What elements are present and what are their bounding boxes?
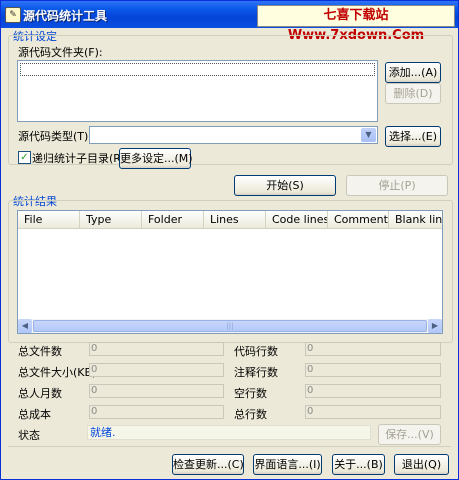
footer-divider [8,446,451,447]
scroll-thumb[interactable]: ||| [33,320,427,332]
title-bar[interactable]: ✎ 源代码统计工具 七喜下载站 Www.7xdown.Com [1,1,458,43]
man-months-label: 总人月数 [18,387,62,400]
comment-lines-label: 注释行数 [234,366,278,379]
folders-list[interactable] [17,60,378,122]
select-type-button[interactable]: 选择...(E) [385,126,441,147]
blank-lines-label: 空行数 [234,387,267,400]
language-button[interactable]: 界面语言...(I) [253,454,322,475]
add-folder-button[interactable]: 添加...(A) [385,62,441,83]
total-files-label: 总文件数 [18,345,62,358]
scroll-right-icon[interactable]: ▶ [428,319,442,333]
blank-lines-field: 0 [305,384,441,398]
main-window: ✎ 源代码统计工具 七喜下载站 Www.7xdown.Com 统计设定 源代码文… [0,0,459,480]
source-type-combo[interactable]: ▼ [89,126,378,144]
total-cost-label: 总成本 [18,408,51,421]
total-size-field: 0 [89,363,224,377]
type-label: 源代码类型(T): [18,130,93,143]
man-months-field: 0 [89,384,224,398]
total-size-label: 总文件大小(KB) [18,366,97,379]
column-lines[interactable]: Lines [204,211,266,228]
results-table-header: File Type Folder Lines Code lines Commen… [18,211,442,229]
column-file[interactable]: File [18,211,80,228]
recursive-checkbox[interactable]: ✓ [18,151,31,164]
watermark-banner: 七喜下载站 Www.7xdown.Com [257,5,455,43]
results-table[interactable]: File Type Folder Lines Code lines Commen… [17,210,443,334]
chevron-down-icon[interactable]: ▼ [361,128,376,142]
total-files-field: 0 [89,342,224,356]
exit-button[interactable]: 退出(Q) [394,454,449,475]
window-title: 源代码统计工具 [23,9,108,23]
comment-lines-field: 0 [305,363,441,377]
folders-list-focus [20,63,375,76]
horizontal-scrollbar[interactable]: ◀ ||| ▶ [18,319,442,333]
column-folder[interactable]: Folder [142,211,204,228]
total-lines-label: 总行数 [234,408,267,421]
column-blank-lines[interactable]: Blank lines [389,211,442,228]
total-cost-field: 0 [89,405,224,419]
code-lines-label: 代码行数 [234,345,278,358]
app-icon: ✎ [5,7,21,23]
code-lines-field: 0 [305,342,441,356]
recursive-label[interactable]: 递归统计子目录(R) [32,150,125,166]
delete-folder-button[interactable]: 删除(D) [385,83,441,104]
status-label: 状态 [18,429,40,442]
folders-label: 源代码文件夹(F): [18,46,103,59]
total-lines-field: 0 [305,405,441,419]
check-update-button[interactable]: 检查更新...(C) [172,454,244,475]
column-type[interactable]: Type [80,211,142,228]
scroll-left-icon[interactable]: ◀ [18,319,32,333]
stop-button[interactable]: 停止(P) [346,175,448,196]
more-settings-button[interactable]: 更多设定...(M) [119,148,193,169]
start-button[interactable]: 开始(S) [234,175,336,196]
column-code-lines[interactable]: Code lines [266,211,328,228]
about-button[interactable]: 关于...(B) [332,454,385,475]
column-comment-lines[interactable]: Comment... [328,211,389,228]
save-button[interactable]: 保存...(V) [378,424,441,445]
status-field: 就绪. [87,425,371,440]
